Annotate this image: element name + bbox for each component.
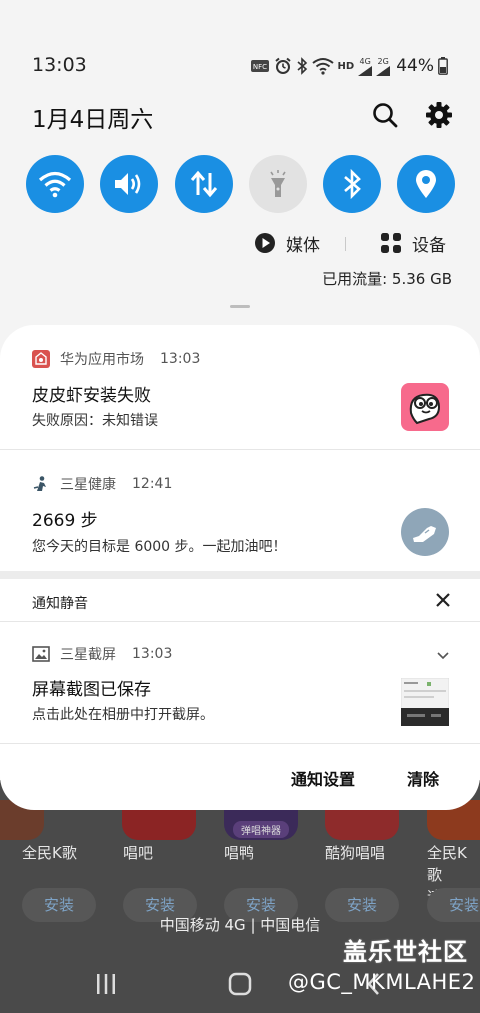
divider: [0, 743, 480, 744]
notification-body: 点击此处在相册中打开截屏。: [32, 707, 214, 723]
mobile-data-toggle[interactable]: [175, 155, 233, 213]
notification-panel: 华为应用市场 13:03 皮皮虾安装失败 失败原因：未知错误 三星健康 12:4…: [0, 325, 480, 810]
notification-time: 12:41: [132, 476, 173, 492]
hd-label: HD: [337, 60, 355, 72]
app-name: 唱吧: [123, 844, 154, 862]
image-icon: [32, 646, 50, 662]
notification-body: 您今天的目标是 6000 步。一起加油吧！: [32, 539, 287, 555]
notification-app-name: 华为应用市场: [60, 352, 144, 368]
pipixia-app-icon: [401, 383, 449, 431]
watermark-user: @GC_MKMLAHE2: [288, 970, 476, 994]
clear-all-button[interactable]: 清除: [407, 766, 439, 790]
bluetooth-icon: [297, 57, 307, 75]
quick-settings-row: [26, 155, 455, 213]
notification-time: 13:03: [132, 646, 173, 662]
status-time: 13:03: [32, 54, 87, 76]
chevron-down-icon[interactable]: [437, 652, 449, 660]
search-icon[interactable]: [370, 100, 400, 130]
panel-drag-handle[interactable]: [230, 305, 250, 308]
home-icon[interactable]: [228, 972, 252, 996]
data-transfer-icon: [190, 170, 218, 198]
close-icon[interactable]: [434, 591, 452, 609]
app-name: 酷狗唱唱: [325, 844, 386, 862]
notification-title: 皮皮虾安装失败: [32, 386, 151, 406]
network-2g-label: 2G: [377, 56, 389, 66]
bluetooth-icon: [344, 168, 361, 200]
notification-app-row: 华为应用市场 13:03: [32, 349, 200, 369]
notification-time: 13:03: [160, 351, 201, 367]
samsung-health-icon: [33, 476, 46, 491]
settings-gear-icon[interactable]: [424, 100, 454, 130]
notification-item[interactable]: 华为应用市场 13:03 皮皮虾安装失败 失败原因：未知错误: [0, 325, 480, 449]
network-4g-label: 4G: [359, 56, 371, 66]
wifi-icon: [311, 58, 334, 75]
battery-icon: [438, 57, 448, 75]
notification-app-name: 三星健康: [60, 477, 116, 493]
bluetooth-toggle[interactable]: [323, 155, 381, 213]
alarm-icon: [274, 57, 291, 74]
signal-icon: 2G: [376, 56, 391, 76]
notification-app-row: 三星健康 12:41: [32, 474, 172, 494]
huawei-appstore-icon: [32, 350, 50, 368]
sound-toggle[interactable]: [100, 155, 158, 213]
app-tile-tag: 弹唱神器: [233, 821, 289, 838]
play-icon: [255, 233, 275, 253]
separator: [345, 237, 346, 251]
volume-icon: [115, 173, 141, 195]
screenshot-thumbnail: [401, 678, 449, 726]
date-label: 1月4日周六: [32, 107, 154, 133]
section-gap: [0, 571, 480, 579]
location-pin-icon: [416, 170, 436, 198]
media-label: 媒体: [286, 235, 320, 256]
devices-button[interactable]: 设备: [380, 230, 446, 256]
notification-app-row: 三星截屏 13:03: [32, 644, 172, 664]
status-bar: 13:03 NFC HD 4G 2G 44%: [32, 54, 448, 80]
svg-text:NFC: NFC: [252, 63, 266, 71]
notification-item[interactable]: 三星健康 12:41 2669 步 您今天的目标是 6000 步。一起加油吧！: [0, 450, 480, 570]
devices-grid-icon: [381, 233, 401, 253]
battery-percent: 44%: [396, 56, 434, 76]
notification-title: 2669 步: [32, 511, 98, 531]
wifi-toggle[interactable]: [26, 155, 84, 213]
app-name: 全民K歌: [22, 844, 77, 862]
recents-icon[interactable]: [94, 972, 118, 996]
app-name: 唱鸭: [224, 844, 255, 862]
wifi-icon: [38, 171, 72, 198]
media-button[interactable]: 媒体: [254, 230, 320, 256]
data-usage-label: 已用流量: 5.36 GB: [322, 270, 452, 288]
silent-section-label: 通知静音: [32, 596, 88, 612]
notification-body: 失败原因：未知错误: [32, 413, 158, 429]
notification-item[interactable]: 三星截屏 13:03 屏幕截图已保存 点击此处在相册中打开截屏。: [0, 622, 480, 742]
steps-shoe-icon: [401, 508, 449, 556]
devices-label: 设备: [412, 235, 446, 256]
notification-settings-button[interactable]: 通知设置: [291, 766, 355, 790]
location-toggle[interactable]: [397, 155, 455, 213]
status-icons: NFC HD 4G 2G 44%: [250, 56, 448, 76]
background-app: 弹唱神器 全民K歌 唱吧 唱鸭 酷狗唱唱 全民K歌 速版 安装 安装 安装 安装…: [0, 780, 480, 1013]
notification-title: 屏幕截图已保存: [32, 680, 151, 700]
notification-app-name: 三星截屏: [60, 647, 116, 663]
flashlight-toggle[interactable]: [249, 155, 307, 213]
flashlight-icon: [270, 170, 286, 197]
nfc-icon: NFC: [250, 60, 269, 72]
signal-icon: 4G: [358, 56, 373, 76]
